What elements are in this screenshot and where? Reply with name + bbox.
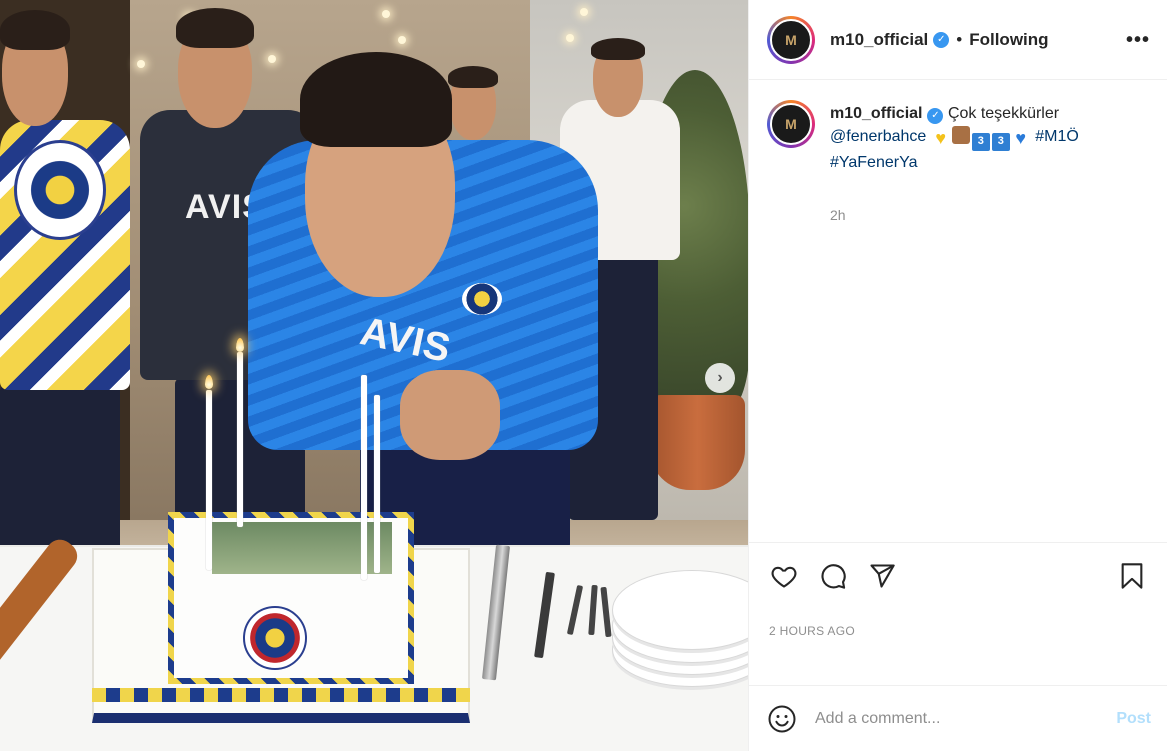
save-button[interactable] xyxy=(1115,559,1149,593)
fenerbahce-crest-icon xyxy=(14,140,106,240)
ceiling-light xyxy=(398,36,406,44)
candle-flame xyxy=(236,338,244,352)
post-date[interactable]: 2 HOURS AGO xyxy=(749,608,1167,653)
caption: M m10_official ✓ Çok teşekkürler @fenerba… xyxy=(749,80,1167,542)
keycap-three-icon: 3 xyxy=(991,132,1010,151)
caption-hashtag[interactable]: #M1Ö xyxy=(1035,128,1079,145)
m10-logo-icon: M xyxy=(770,18,812,61)
caption-mention[interactable]: @fenerbahce xyxy=(830,128,926,145)
caption-text: Çok teşekkürler xyxy=(947,105,1060,122)
candle-flame xyxy=(205,375,213,389)
post-header: M m10_official ✓ • Following ••• xyxy=(749,0,1167,80)
share-button[interactable] xyxy=(865,559,899,593)
ceiling-light xyxy=(137,60,145,68)
caption-body: m10_official ✓ Çok teşekkürler @fenerbahc… xyxy=(830,102,1079,520)
next-photo-button[interactable]: › xyxy=(705,363,735,393)
comment-icon xyxy=(821,563,846,589)
plant-pot xyxy=(650,395,745,490)
fenerbahce-crest-icon xyxy=(243,606,307,670)
candle xyxy=(374,395,380,573)
caption-hashtag[interactable]: #YaFenerYa xyxy=(830,154,917,171)
more-options-icon[interactable]: ••• xyxy=(1126,30,1150,50)
ceiling-light xyxy=(382,10,390,18)
ceiling-light xyxy=(580,8,588,16)
comment-button[interactable] xyxy=(816,559,850,593)
following-button[interactable]: Following xyxy=(969,30,1048,50)
action-bar xyxy=(749,542,1167,608)
avatar[interactable]: M xyxy=(767,100,815,148)
verified-badge-icon: ✓ xyxy=(933,31,950,48)
post-comment-button[interactable]: Post xyxy=(1116,710,1151,728)
emoji-icon[interactable] xyxy=(767,704,797,734)
caption-time[interactable]: 2h xyxy=(830,204,1079,227)
like-button[interactable] xyxy=(767,559,801,593)
avatar[interactable]: M xyxy=(767,15,815,64)
yellow-heart-icon: ♥ xyxy=(935,128,947,148)
candle xyxy=(206,390,212,570)
bookmark-icon xyxy=(1121,562,1143,589)
m10-logo-icon: M xyxy=(770,103,812,145)
heart-icon xyxy=(771,566,797,588)
caption-username[interactable]: m10_official xyxy=(830,105,922,122)
ceiling-light xyxy=(566,34,574,42)
birthday-cake-icon xyxy=(951,126,970,144)
cake-board-stripe xyxy=(92,688,470,702)
fenerbahce-crest-icon xyxy=(462,283,502,315)
keycap-three-icon: 3 xyxy=(971,132,990,151)
header-username[interactable]: m10_official xyxy=(830,30,928,50)
comment-input[interactable] xyxy=(815,709,1117,728)
verified-badge-icon: ✓ xyxy=(927,107,944,124)
instagram-post: AVIS AVIS › M m10_official ✓ • Following… xyxy=(0,0,1167,751)
header-separator: • xyxy=(956,29,963,49)
ceiling-light xyxy=(268,55,276,63)
blue-heart-icon: ♥ xyxy=(1015,128,1027,148)
post-photo[interactable]: AVIS AVIS › xyxy=(0,0,748,751)
share-icon xyxy=(870,563,895,588)
post-side-panel: M m10_official ✓ • Following ••• M m10_o… xyxy=(748,0,1167,751)
candle xyxy=(361,375,367,580)
candle xyxy=(237,352,243,527)
comment-box: Post xyxy=(749,685,1167,751)
